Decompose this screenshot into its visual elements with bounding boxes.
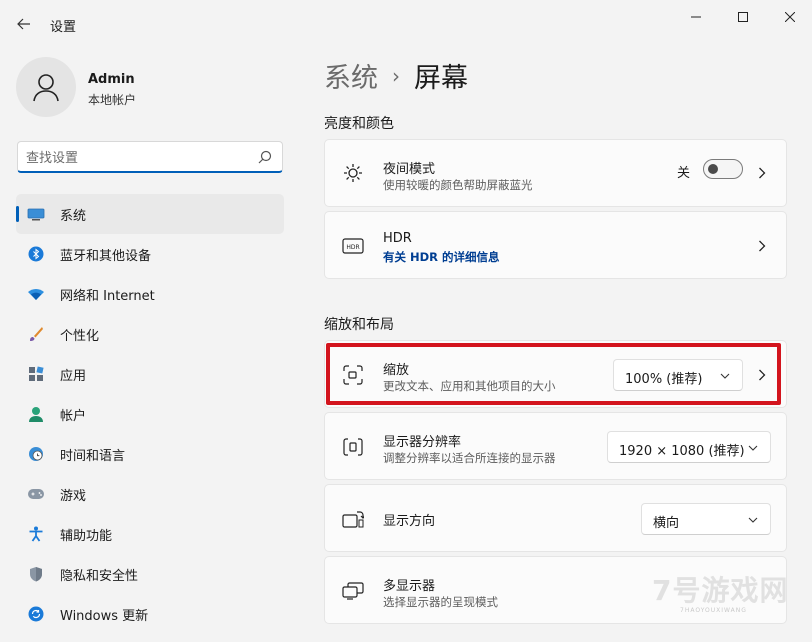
multi-display-icon <box>342 580 364 602</box>
brush-icon <box>27 325 45 343</box>
search-input[interactable] <box>26 148 246 168</box>
user-name: Admin <box>88 72 135 87</box>
resolution-card[interactable]: 显示器分辨率 调整分辨率以适合所连接的显示器 1920 × 1080 (推荐) <box>324 412 787 480</box>
sidebar-item-time-language[interactable]: 时间和语言 <box>16 434 284 474</box>
wifi-icon <box>27 285 45 303</box>
sidebar-item-accounts[interactable]: 帐户 <box>16 394 284 434</box>
sidebar-item-label: 蓝牙和其他设备 <box>60 248 152 264</box>
sidebar-item-label: 应用 <box>60 368 87 384</box>
hdr-icon: HDR <box>342 235 364 257</box>
search-icon[interactable] <box>258 150 272 164</box>
section-title-brightness: 亮度和颜色 <box>324 116 394 132</box>
minimize-icon <box>691 16 701 18</box>
maximize-icon <box>738 12 748 22</box>
chevron-right-icon[interactable] <box>756 240 768 252</box>
multi-display-title: 多显示器 <box>383 579 436 594</box>
bluetooth-icon <box>27 245 45 263</box>
breadcrumb-parent[interactable]: 系统 <box>324 56 378 95</box>
sidebar-item-system[interactable]: 系统 <box>16 194 284 234</box>
breadcrumb: 系统 › 屏幕 <box>324 56 468 95</box>
section-title-scale-layout: 缩放和布局 <box>324 317 394 333</box>
night-light-toggle-label: 关 <box>677 166 691 181</box>
sidebar-item-apps[interactable]: 应用 <box>16 354 284 394</box>
resolution-dropdown[interactable]: 1920 × 1080 (推荐) <box>607 431 771 463</box>
hdr-title: HDR <box>383 231 412 246</box>
multi-display-subtitle: 选择显示器的呈现模式 <box>383 595 498 609</box>
shield-icon <box>27 565 45 583</box>
display-icon <box>27 205 45 223</box>
sidebar-item-bluetooth[interactable]: 蓝牙和其他设备 <box>16 234 284 274</box>
sidebar-item-label: 游戏 <box>60 488 87 504</box>
back-button[interactable] <box>12 12 36 36</box>
night-light-toggle[interactable] <box>703 159 743 179</box>
minimize-button[interactable] <box>676 6 716 28</box>
person-icon <box>33 74 59 102</box>
orientation-title: 显示方向 <box>383 514 436 529</box>
sidebar-item-windows-update[interactable]: Windows 更新 <box>16 594 284 634</box>
chevron-down-icon <box>748 517 758 523</box>
watermark-text: 7号游戏网 <box>652 574 789 607</box>
sidebar-item-label: 个性化 <box>60 328 100 344</box>
search-box[interactable] <box>17 141 283 173</box>
sidebar-item-label: Windows 更新 <box>60 608 149 624</box>
night-light-title: 夜间模式 <box>383 162 436 177</box>
sidebar-item-privacy[interactable]: 隐私和安全性 <box>16 554 284 594</box>
user-profile[interactable]: Admin 本地帐户 <box>16 57 286 119</box>
back-arrow-icon <box>17 18 30 30</box>
night-light-card[interactable]: 夜间模式 使用较暖的颜色帮助屏蔽蓝光 关 <box>324 139 787 207</box>
resolution-subtitle: 调整分辨率以适合所连接的显示器 <box>383 451 556 465</box>
hdr-learn-more-link[interactable]: 有关 HDR 的详细信息 <box>383 249 500 265</box>
person-icon <box>27 405 45 423</box>
title-bar: 设置 <box>0 0 812 46</box>
avatar <box>16 57 76 117</box>
sidebar-item-label: 系统 <box>60 208 87 224</box>
update-icon <box>27 605 45 623</box>
sidebar-item-label: 帐户 <box>60 408 87 424</box>
close-icon <box>785 12 795 22</box>
toggle-knob <box>708 164 718 174</box>
watermark-subtext: 7HAOYOUXIWANG <box>680 607 747 614</box>
sidebar-item-label: 时间和语言 <box>60 448 126 464</box>
accessibility-icon <box>27 525 45 543</box>
sidebar-item-network[interactable]: 网络和 Internet <box>16 274 284 314</box>
sidebar-item-gaming[interactable]: 游戏 <box>16 474 284 514</box>
orientation-dropdown-value: 横向 <box>653 516 680 531</box>
resolution-icon <box>342 436 364 458</box>
app-title: 设置 <box>50 20 77 35</box>
sidebar-item-accessibility[interactable]: 辅助功能 <box>16 514 284 554</box>
globe-clock-icon <box>27 445 45 463</box>
orientation-icon <box>342 508 364 530</box>
orientation-dropdown[interactable]: 横向 <box>641 503 771 535</box>
account-type: 本地帐户 <box>88 93 137 107</box>
sidebar-item-label: 辅助功能 <box>60 528 113 544</box>
chevron-down-icon <box>748 445 758 451</box>
orientation-card[interactable]: 显示方向 横向 <box>324 484 787 552</box>
page-title: 屏幕 <box>414 63 468 94</box>
maximize-button[interactable] <box>723 6 763 28</box>
gamepad-icon <box>27 485 45 503</box>
resolution-dropdown-value: 1920 × 1080 (推荐) <box>619 444 745 459</box>
apps-icon <box>27 365 45 383</box>
resolution-title: 显示器分辨率 <box>383 435 462 450</box>
sidebar-item-personalization[interactable]: 个性化 <box>16 314 284 354</box>
sidebar-nav: 系统 蓝牙和其他设备 网络和 Internet 个性化 应用 帐户 时间和语言 … <box>16 194 284 634</box>
watermark-logo: 7号游戏网 7HAOYOUXIWANG <box>620 555 810 633</box>
sidebar-item-label: 网络和 Internet <box>60 288 155 304</box>
sidebar-item-label: 隐私和安全性 <box>60 568 139 584</box>
highlight-annotation <box>326 343 781 405</box>
night-light-subtitle: 使用较暖的颜色帮助屏蔽蓝光 <box>383 178 533 192</box>
hdr-card[interactable]: HDR HDR 有关 HDR 的详细信息 <box>324 211 787 279</box>
sun-icon <box>342 162 364 184</box>
chevron-right-icon[interactable] <box>756 167 768 179</box>
breadcrumb-separator: › <box>392 63 400 88</box>
svg-text:HDR: HDR <box>346 244 359 251</box>
close-button[interactable] <box>770 6 810 28</box>
